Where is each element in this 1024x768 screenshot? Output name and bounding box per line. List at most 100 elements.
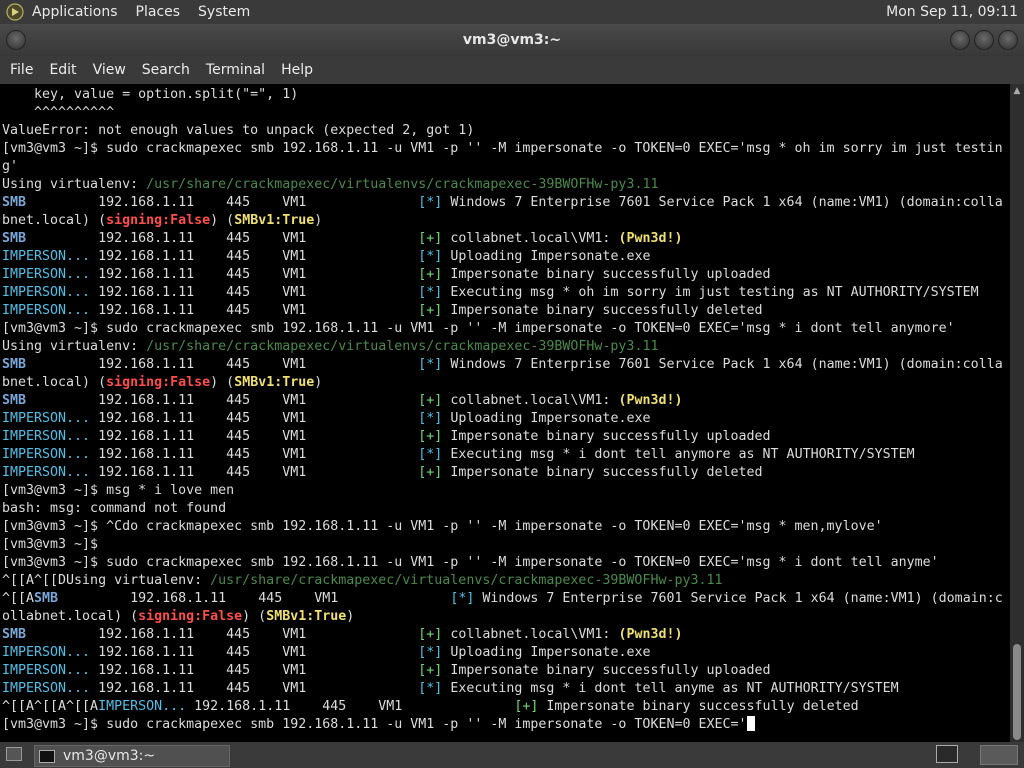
terminal-segment: [vm3@vm3 ~]$ ^Cdo crackmapexec smb 192.1…: [2, 519, 883, 534]
terminal-segment: ^^^^^^^^^^: [2, 105, 115, 120]
terminal-segment: Uploading Impersonate.exe: [442, 411, 651, 426]
clock[interactable]: Mon Sep 11, 09:11: [886, 4, 1018, 20]
terminal-segment: SMB: [2, 195, 27, 210]
menu-edit[interactable]: Edit: [49, 62, 76, 78]
terminal-segment: 192.168.1.11 445 VM1: [90, 249, 419, 264]
terminal-segment: key, value = option.split("=", 1): [2, 87, 299, 102]
terminal-line: SMB 192.168.1.11 445 VM1 [+] collabnet.l…: [2, 626, 1003, 644]
terminal-segment: [+]: [418, 663, 443, 678]
terminal-segment: 192.168.1.11 445 VM1: [186, 699, 515, 714]
terminal-segment: signing:False: [106, 375, 211, 390]
terminal-segment: [*]: [418, 357, 443, 372]
scrollbar[interactable]: ▲: [1010, 84, 1024, 742]
menu-search[interactable]: Search: [142, 62, 190, 78]
applications-menu[interactable]: Applications: [32, 4, 118, 20]
terminal-line: IMPERSON... 192.168.1.11 445 VM1 [+] Imp…: [2, 662, 1003, 680]
system-menu[interactable]: System: [198, 4, 250, 20]
terminal-segment: [vm3@vm3 ~]$ sudo crackmapexec smb 192.1…: [2, 321, 955, 336]
terminal-segment: IMPERSON...: [2, 447, 91, 462]
places-menu[interactable]: Places: [136, 4, 181, 20]
terminal-segment: Impersonate binary successfully deleted: [538, 699, 859, 714]
terminal-segment: SMBv1:True: [234, 375, 315, 390]
terminal-line: [vm3@vm3 ~]$ sudo crackmapexec smb 192.1…: [2, 140, 1003, 158]
window-titlebar[interactable]: vm3@vm3:~: [0, 24, 1024, 56]
terminal-segment: Windows 7 Enterprise 7601 Service Pack 1…: [442, 357, 1003, 372]
menu-terminal[interactable]: Terminal: [206, 62, 265, 78]
terminal-line: g': [2, 158, 1003, 176]
terminal-segment: ollabnet.local) (: [2, 609, 139, 624]
terminal-segment: bnet.local) (: [2, 375, 107, 390]
terminal-segment: Executing msg * i dont tell anyme as NT …: [442, 681, 899, 696]
terminal-segment: Executing msg * oh im sorry im just test…: [442, 285, 979, 300]
terminal-segment: ValueError: not enough values to unpack …: [2, 123, 475, 138]
workspace-switcher[interactable]: [980, 745, 1018, 765]
terminal-segment: 192.168.1.11 445 VM1: [90, 681, 419, 696]
terminal-segment: signing:False: [138, 609, 243, 624]
menu-file[interactable]: File: [10, 62, 33, 78]
terminal-segment: [+]: [418, 303, 443, 318]
terminal-segment: bnet.local) (: [2, 213, 107, 228]
terminal-line: IMPERSON... 192.168.1.11 445 VM1 [*] Exe…: [2, 446, 1003, 464]
terminal-segment: /usr/share/crackmapexec/virtualenvs/crac…: [146, 177, 659, 192]
terminal-segment: IMPERSON...: [2, 663, 91, 678]
terminal-line: ^^^^^^^^^^: [2, 104, 1003, 122]
terminal-segment: [*]: [418, 195, 443, 210]
terminal-line: IMPERSON... 192.168.1.11 445 VM1 [*] Exe…: [2, 284, 1003, 302]
terminal-segment: [+]: [418, 267, 443, 282]
terminal-segment: [vm3@vm3 ~]$ sudo crackmapexec smb 192.1…: [2, 717, 747, 732]
terminal-segment: SMB: [2, 627, 27, 642]
show-desktop-icon[interactable]: [6, 747, 22, 761]
scroll-thumb[interactable]: [1013, 644, 1021, 740]
terminal-segment: IMPERSON...: [2, 249, 91, 264]
scroll-up-icon[interactable]: ▲: [1012, 86, 1022, 96]
terminal-segment: ): [314, 213, 323, 228]
terminal-line: [vm3@vm3 ~]$ sudo crackmapexec smb 192.1…: [2, 716, 1003, 734]
terminal-cursor: [746, 716, 755, 731]
terminal-line: Using virtualenv: /usr/share/crackmapexe…: [2, 338, 1003, 356]
terminal-segment: Impersonate binary successfully uploaded: [442, 267, 771, 282]
terminal-line: SMB 192.168.1.11 445 VM1 [+] collabnet.l…: [2, 392, 1003, 410]
bottom-panel: vm3@vm3:~: [0, 742, 1024, 768]
terminal-line: key, value = option.split("=", 1): [2, 86, 1003, 104]
terminal-segment: 192.168.1.11 445 VM1: [90, 303, 419, 318]
taskbar-item-terminal[interactable]: vm3@vm3:~: [34, 745, 230, 767]
terminal-segment: Using virtualenv:: [2, 177, 147, 192]
terminal-segment: collabnet.local\VM1:: [442, 231, 619, 246]
terminal-segment: 192.168.1.11 445 VM1: [90, 285, 419, 300]
terminal-segment: [*]: [418, 249, 443, 264]
terminal-segment: ) (: [210, 375, 235, 390]
terminal-segment: 192.168.1.11 445 VM1: [90, 663, 419, 678]
terminal-segment: 192.168.1.11 445 VM1: [26, 195, 419, 210]
terminal-segment: IMPERSON...: [2, 303, 91, 318]
terminal-segment: SMB: [2, 393, 27, 408]
terminal-segment: [*]: [418, 447, 443, 462]
terminal-segment: (Pwn3d!): [618, 627, 683, 642]
terminal-tray-icon[interactable]: [936, 745, 958, 763]
applications-menu-icon[interactable]: [6, 3, 24, 21]
terminal-segment: 192.168.1.11 445 VM1: [26, 393, 419, 408]
terminal-segment: Impersonate binary successfully uploaded: [442, 429, 771, 444]
terminal-line: bash: msg: command not found: [2, 500, 1003, 518]
terminal-segment: 192.168.1.11 445 VM1: [26, 627, 419, 642]
terminal-segment: collabnet.local\VM1:: [442, 393, 619, 408]
maximize-button[interactable]: [974, 30, 994, 50]
minimize-button[interactable]: [950, 30, 970, 50]
taskbar-item-label: vm3@vm3:~: [63, 748, 156, 764]
terminal-segment: [+]: [514, 699, 539, 714]
terminal-line: IMPERSON... 192.168.1.11 445 VM1 [*] Exe…: [2, 680, 1003, 698]
menu-help[interactable]: Help: [281, 62, 313, 78]
terminal-segment: IMPERSON...: [2, 285, 91, 300]
terminal-segment: signing:False: [106, 213, 211, 228]
terminal-segment: Impersonate binary successfully deleted: [442, 465, 763, 480]
terminal-line: bnet.local) (signing:False) (SMBv1:True): [2, 212, 1003, 230]
terminal-segment: IMPERSON...: [2, 465, 91, 480]
terminal-segment: Uploading Impersonate.exe: [442, 249, 651, 264]
menu-view[interactable]: View: [93, 62, 126, 78]
terminal-segment: 192.168.1.11 445 VM1: [90, 465, 419, 480]
terminal-segment: Windows 7 Enterprise 7601 Service Pack 1…: [474, 591, 1003, 606]
terminal-line: [vm3@vm3 ~]$ sudo crackmapexec smb 192.1…: [2, 554, 1003, 572]
terminal-segment: [*]: [418, 681, 443, 696]
terminal-segment: [*]: [418, 645, 443, 660]
terminal-area[interactable]: key, value = option.split("=", 1) ^^^^^^…: [0, 84, 1010, 742]
close-button[interactable]: [998, 30, 1018, 50]
